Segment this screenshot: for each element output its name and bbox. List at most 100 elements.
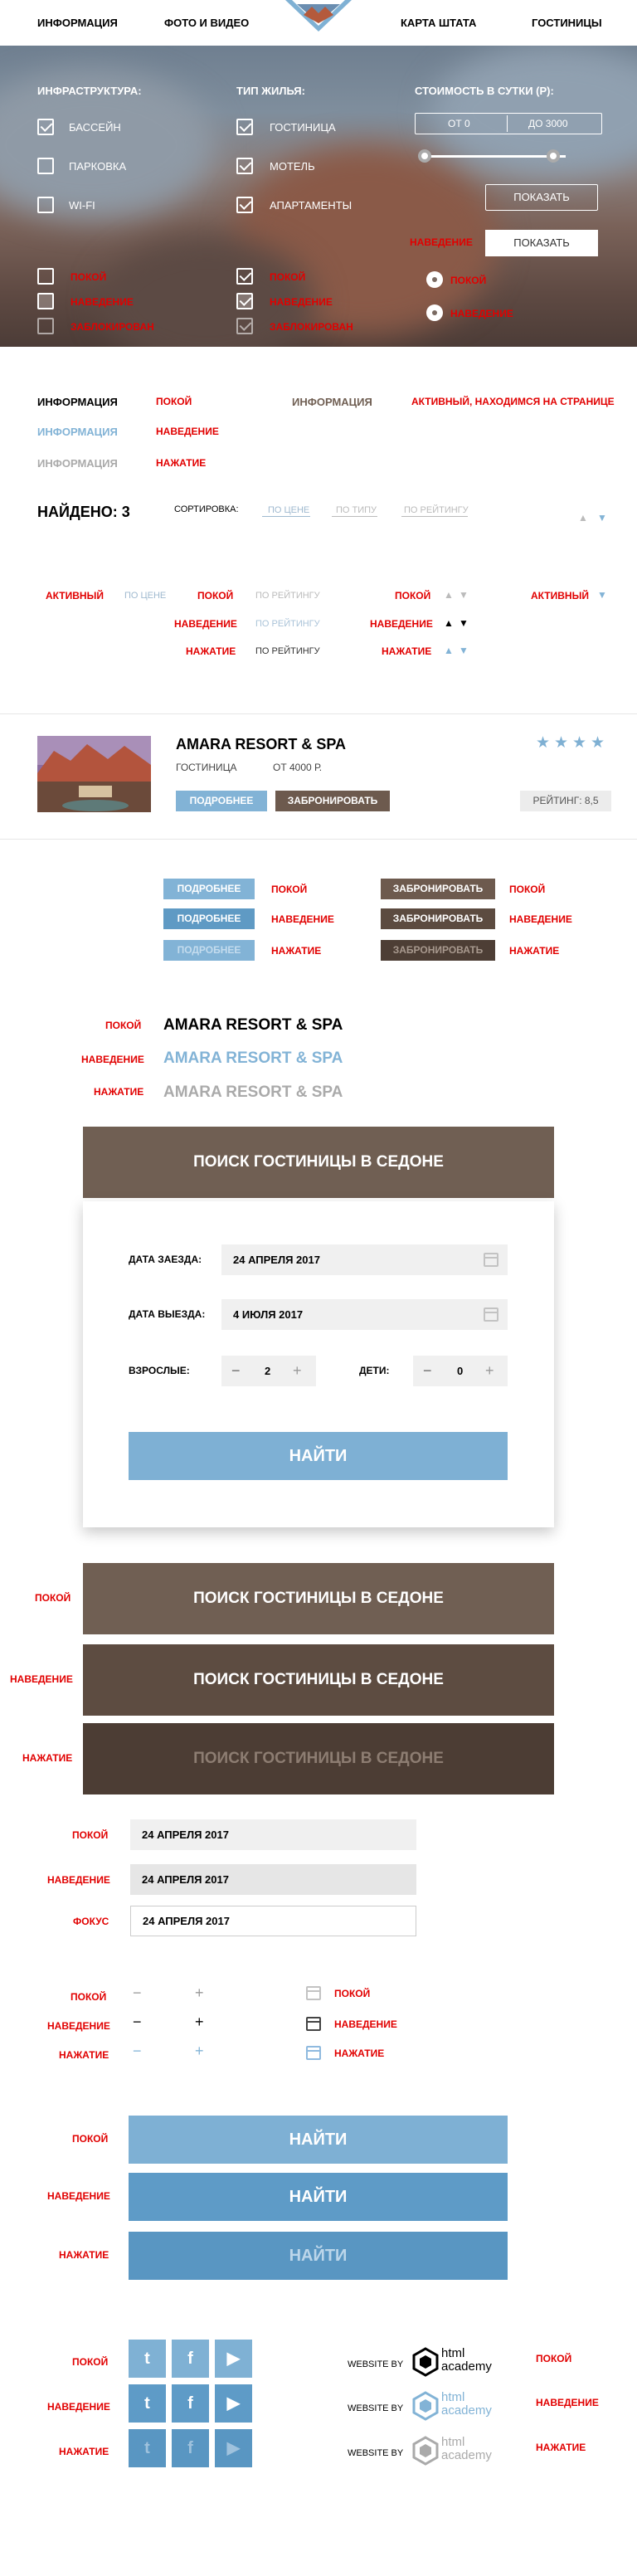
academy-text-top[interactable]: html [441,2436,464,2448]
hotel-title-rest[interactable]: AMARA RESORT & SPA [163,1016,343,1035]
radio-hover[interactable] [426,304,443,321]
adults-plus-button[interactable]: + [293,1362,302,1380]
show-button-hover[interactable]: ПОКАЗАТЬ [485,230,598,256]
sort-by-type[interactable]: ПО ТИПУ [336,505,377,515]
minus-hover-icon[interactable]: − [133,2014,142,2031]
book-button-press[interactable]: ЗАБРОНИРОВАТЬ [381,940,495,961]
checkbox-motel[interactable] [236,158,253,174]
arrow-rest-down-icon[interactable]: ▼ [459,589,469,601]
calendar-hover-icon[interactable] [306,2017,321,2031]
checkbox-state-rest[interactable] [37,268,54,285]
checkbox-checked-rest[interactable] [236,268,253,285]
find-button[interactable]: НАЙТИ [129,1432,508,1480]
more-button[interactable]: ПОДРОБНЕЕ [176,791,267,811]
academy-logo-icon[interactable] [412,2391,439,2421]
calendar-press-icon[interactable] [306,2046,321,2060]
academy-text-bottom[interactable]: academy [441,2449,492,2462]
more-button-hover[interactable]: ПОДРОБНЕЕ [163,908,255,929]
calendar-icon[interactable] [484,1307,498,1322]
sort-by-rating[interactable]: ПО РЕЙТИНГУ [404,505,469,515]
date-input-hover[interactable]: 24 АПРЕЛЯ 2017 [130,1864,416,1895]
plus-hover-icon[interactable]: + [195,2014,204,2031]
sortstate-rest-rating[interactable]: ПО РЕЙТИНГУ [255,591,320,601]
search-toggle-press[interactable]: ПОИСК ГОСТИНИЦЫ В СЕДОНЕ [83,1723,554,1794]
academy-logo-icon[interactable] [412,2436,439,2466]
facebook-icon[interactable]: f [172,2429,209,2467]
checkbox-wifi[interactable] [37,197,54,213]
arrow-press-down-icon[interactable]: ▼ [459,645,469,656]
find-button-press[interactable]: НАЙТИ [129,2232,508,2280]
nav-map[interactable]: КАРТА ШТАТА [401,17,476,29]
kids-plus-button[interactable]: + [485,1362,494,1380]
sort-by-price[interactable]: ПО ЦЕНЕ [268,505,309,515]
price-from[interactable]: ОТ 0 [448,118,470,129]
academy-text-top[interactable]: html [441,2347,464,2359]
academy-text-top[interactable]: html [441,2391,464,2403]
arrow-rest-up-icon[interactable]: ▲ [444,589,454,601]
price-to[interactable]: ДО 3000 [528,118,568,129]
book-button-hover[interactable]: ЗАБРОНИРОВАТЬ [381,908,495,929]
checkbox-apartments[interactable] [236,197,253,213]
sort-desc-icon[interactable]: ▼ [597,512,607,523]
plus-press-icon[interactable]: + [195,2043,204,2060]
search-toggle-rest[interactable]: ПОИСК ГОСТИНИЦЫ В СЕДОНЕ [83,1563,554,1634]
youtube-icon[interactable]: ▶ [215,2384,252,2423]
navstate-info[interactable]: ИНФОРМАЦИЯ [37,396,118,408]
hotel-name[interactable]: AMARA RESORT & SPA [176,736,346,753]
radio-rest[interactable] [426,271,443,288]
logo-icon[interactable] [285,0,352,32]
hotel-title-hover[interactable]: AMARA RESORT & SPA [163,1049,343,1068]
hotel-title-press[interactable]: AMARA RESORT & SPA [163,1083,343,1102]
nav-photo[interactable]: ФОТО И ВИДЕО [164,17,249,29]
date-input-rest[interactable]: 24 АПРЕЛЯ 2017 [130,1819,416,1850]
calendar-icon[interactable] [484,1253,498,1267]
price-slider-min-handle[interactable] [418,149,431,163]
academy-text-bottom[interactable]: academy [441,2360,492,2373]
nav-hotels[interactable]: ГОСТИНИЦЫ [532,17,602,29]
navstate-info-hover[interactable]: ИНФОРМАЦИЯ [37,426,118,438]
checkbox-checked-hover[interactable] [236,293,253,309]
twitter-icon[interactable]: t [129,2429,166,2467]
checkbox-pool[interactable] [37,119,54,135]
date-input-focus[interactable]: 24 АПРЕЛЯ 2017 [130,1906,416,1936]
facebook-icon[interactable]: f [172,2340,209,2378]
youtube-icon[interactable]: ▶ [215,2429,252,2467]
plus-rest-icon[interactable]: + [195,1984,204,2002]
navstate-info-active[interactable]: ИНФОРМАЦИЯ [292,396,372,408]
minus-press-icon[interactable]: − [133,2043,142,2060]
sortstate-hover-rating[interactable]: ПО РЕЙТИНГУ [255,619,320,629]
checkbox-state-hover[interactable] [37,293,54,309]
search-form-toggle[interactable]: ПОИСК ГОСТИНИЦЫ В СЕДОНЕ [83,1127,554,1198]
arrow-hover-up-icon[interactable]: ▲ [444,617,454,629]
adults-value[interactable]: 2 [265,1365,270,1377]
book-button[interactable]: ЗАБРОНИРОВАТЬ [275,791,390,811]
calendar-rest-icon[interactable] [306,1986,321,2000]
facebook-icon[interactable]: f [172,2384,209,2423]
arrow-active-down-icon[interactable]: ▼ [597,589,607,601]
kids-value[interactable]: 0 [457,1365,463,1377]
navstate-info-press[interactable]: ИНФОРМАЦИЯ [37,457,118,470]
twitter-icon[interactable]: t [129,2384,166,2423]
hotel-photo[interactable] [37,736,151,812]
more-button-rest[interactable]: ПОДРОБНЕЕ [163,879,255,899]
minus-rest-icon[interactable]: − [133,1984,142,2002]
sortstate-press-rating[interactable]: ПО РЕЙТИНГУ [255,646,320,656]
checkin-input[interactable]: 24 АПРЕЛЯ 2017 [221,1244,508,1275]
academy-logo-icon[interactable] [412,2347,439,2377]
price-slider-max-handle[interactable] [547,149,560,163]
arrow-press-up-icon[interactable]: ▲ [444,645,454,656]
checkbox-parking[interactable] [37,158,54,174]
checkout-input[interactable]: 4 ИЮЛЯ 2017 [221,1299,508,1330]
search-toggle-hover[interactable]: ПОИСК ГОСТИНИЦЫ В СЕДОНЕ [83,1644,554,1716]
book-button-rest[interactable]: ЗАБРОНИРОВАТЬ [381,879,495,899]
adults-minus-button[interactable]: − [231,1362,241,1380]
checkbox-hotel[interactable] [236,119,253,135]
sortstate-active-price[interactable]: ПО ЦЕНЕ [124,591,166,601]
twitter-icon[interactable]: t [129,2340,166,2378]
more-button-press[interactable]: ПОДРОБНЕЕ [163,940,255,961]
arrow-hover-down-icon[interactable]: ▼ [459,617,469,629]
show-button[interactable]: ПОКАЗАТЬ [485,184,598,211]
youtube-icon[interactable]: ▶ [215,2340,252,2378]
nav-info[interactable]: ИНФОРМАЦИЯ [37,17,118,29]
sort-asc-icon[interactable]: ▲ [578,512,588,523]
